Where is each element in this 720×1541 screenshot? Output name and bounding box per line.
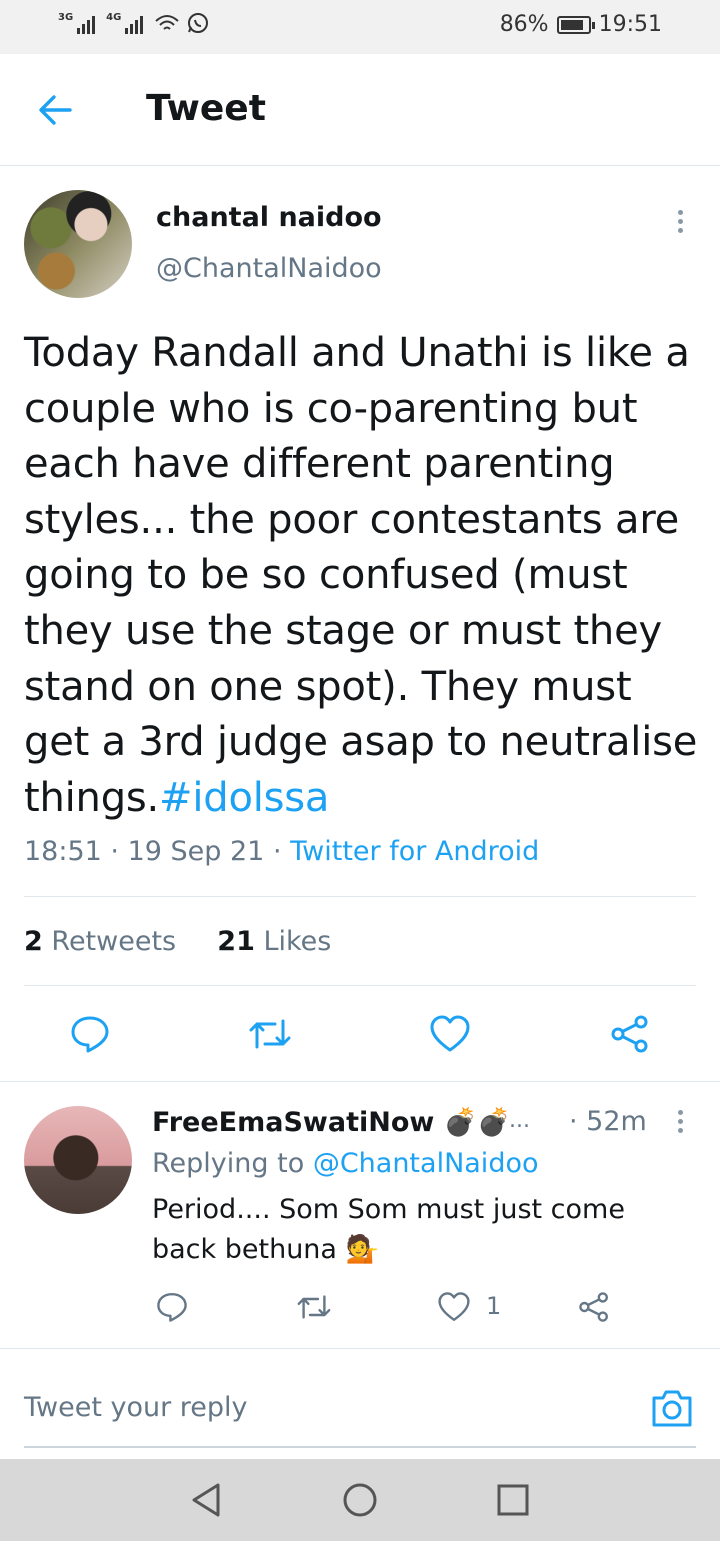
likes-label[interactable]: Likes	[263, 926, 331, 957]
signal-icon-2	[125, 16, 144, 34]
author-avatar[interactable]	[24, 190, 132, 298]
tweet-body: Today Randall and Unathi is like a coupl…	[24, 330, 698, 821]
camera-icon[interactable]	[651, 1388, 693, 1428]
share-icon[interactable]	[609, 1014, 651, 1054]
reply-author-name[interactable]: FreeEmaSwatiNow 💣💣	[152, 1106, 511, 1138]
reply-input[interactable]: Tweet your reply	[24, 1392, 248, 1423]
reply-author-avatar[interactable]	[24, 1106, 132, 1214]
hashtag-link[interactable]: #idolssa	[159, 775, 329, 821]
triangle-back-icon[interactable]	[188, 1481, 224, 1519]
reply-text: Period.... Som Som must just come back b…	[152, 1190, 672, 1270]
author-handle[interactable]: @ChantalNaidoo	[156, 253, 382, 284]
retweet-icon[interactable]	[248, 1014, 292, 1054]
replying-handle[interactable]: @ChantalNaidoo	[313, 1148, 539, 1179]
system-nav-bar	[0, 1459, 720, 1541]
replying-prefix: Replying to	[152, 1148, 305, 1179]
tweet-source[interactable]: Twitter for Android	[290, 836, 539, 867]
battery-percent: 86%	[499, 12, 549, 37]
divider	[0, 1348, 720, 1349]
input-underline	[24, 1446, 696, 1448]
status-left: 3G 4G	[58, 12, 209, 34]
tweet-meta: 18:51 · 19 Sep 21 · Twitter for Android	[24, 836, 539, 867]
more-vertical-icon[interactable]	[676, 1110, 684, 1133]
divider	[0, 1081, 720, 1082]
arrow-left-icon[interactable]	[36, 90, 76, 130]
tweet-stats: 2 Retweets 21 Likes	[24, 926, 331, 957]
reply-like-count: 1	[486, 1292, 502, 1320]
battery-icon	[556, 15, 595, 34]
network-type-2: 4G	[106, 12, 122, 23]
meta-separator: ·	[110, 836, 128, 867]
likes-count[interactable]: 21	[217, 926, 255, 957]
heart-icon[interactable]	[429, 1014, 471, 1054]
circle-home-icon[interactable]	[341, 1481, 379, 1519]
divider	[24, 896, 696, 897]
tweet-date: 19 Sep 21	[127, 836, 265, 867]
wifi-icon	[155, 15, 180, 30]
clock: 19:51	[598, 12, 662, 37]
comment-icon[interactable]	[156, 1291, 188, 1323]
bomb-emoji: 💣💣	[443, 1107, 511, 1138]
page-title: Tweet	[146, 88, 266, 129]
more-vertical-icon[interactable]	[676, 210, 684, 233]
meta-separator: ·	[272, 836, 291, 867]
replying-to: Replying to @ChantalNaidoo	[152, 1148, 539, 1179]
status-right: 86% 19:51	[500, 12, 662, 37]
whatsapp-icon	[188, 13, 209, 33]
divider	[24, 985, 696, 986]
reply-body: Period.... Som Som must just come back b…	[152, 1194, 625, 1265]
shrug-emoji: 💁	[345, 1234, 380, 1265]
comment-icon[interactable]	[70, 1014, 110, 1054]
tweet-text: Today Randall and Unathi is like a coupl…	[24, 326, 704, 826]
reply-author-name-text: FreeEmaSwatiNow	[152, 1107, 435, 1138]
retweet-icon[interactable]	[296, 1291, 332, 1323]
app-header: Tweet	[0, 54, 720, 166]
author-name[interactable]: chantal naidoo	[156, 202, 382, 233]
name-overflow: ...	[509, 1108, 530, 1133]
retweets-count[interactable]: 2	[24, 926, 43, 957]
share-icon[interactable]	[577, 1291, 611, 1323]
retweets-label[interactable]: Retweets	[51, 926, 176, 957]
network-type-1: 3G	[58, 12, 74, 23]
tweet-time: 18:51	[24, 836, 102, 867]
heart-icon[interactable]	[437, 1291, 471, 1323]
signal-icon	[77, 16, 96, 34]
square-recents-icon[interactable]	[495, 1481, 531, 1519]
reply-time: · 52m	[569, 1106, 647, 1137]
status-bar: 3G 4G 86% 19:51	[0, 0, 720, 54]
